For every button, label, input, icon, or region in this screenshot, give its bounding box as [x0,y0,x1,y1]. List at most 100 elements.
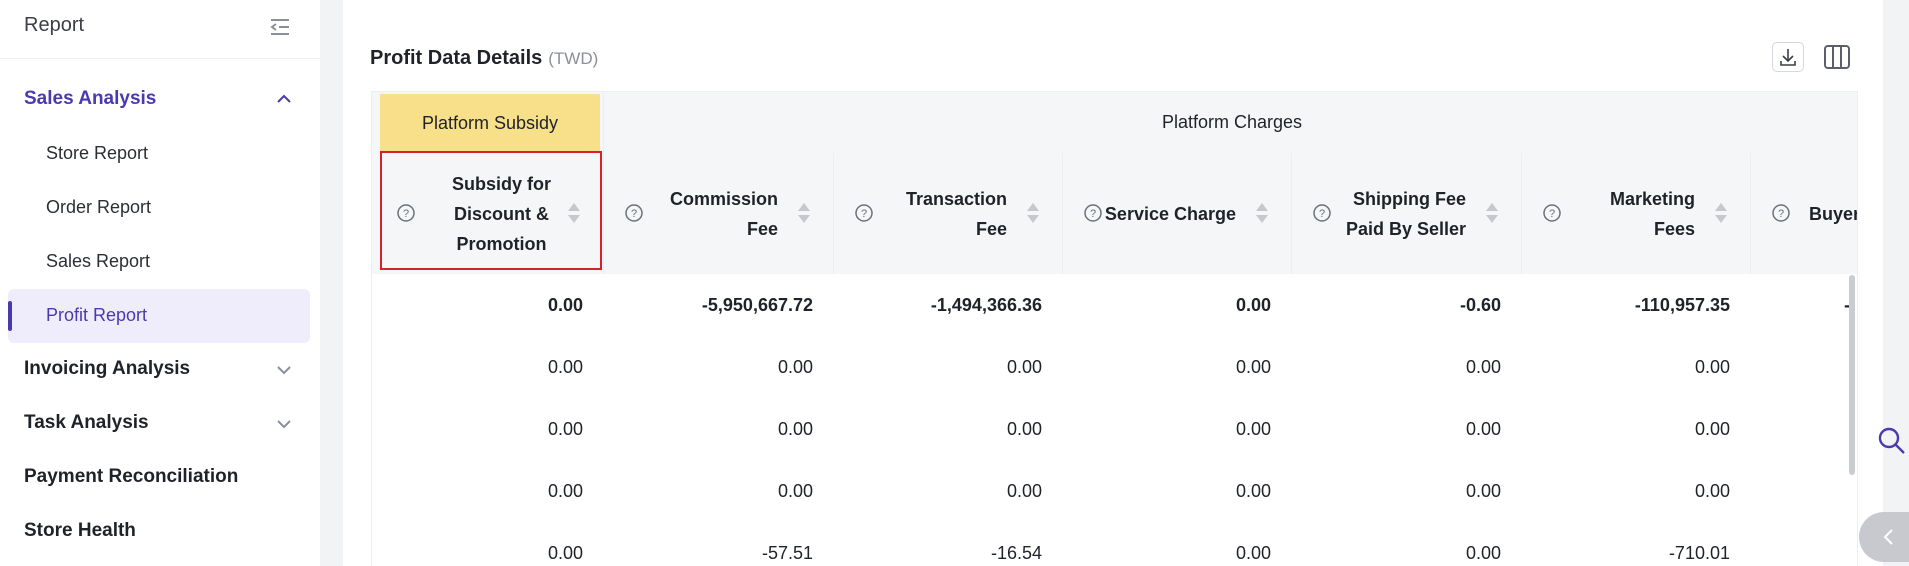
table-cell: -5,950,667.72 [701,294,813,315]
chevron-up-icon[interactable] [275,90,293,108]
table-cell: 0.00 [1235,356,1271,377]
table-cell: 0.00 [547,542,583,563]
table-row: 0.00 0.00 0.00 0.00 0.00 0.00 [372,460,1857,523]
nav-item-sales-report[interactable]: Sales Report [46,251,150,272]
table-cell: 0.00 [1235,294,1271,315]
column-label: Fee [975,218,1007,239]
table-cell: 0.00 [1235,480,1271,501]
chevron-down-icon[interactable] [275,361,293,379]
table-cell: -0.60 [1459,294,1501,315]
column-label: Shipping Fee [1352,188,1466,209]
download-icon [1780,49,1796,66]
column-label: Paid By Seller [1345,218,1466,239]
column-header-buyer[interactable]: ? Buyer [1750,153,1858,274]
page-title: Profit Data Details (TWD) [370,47,598,70]
svg-text:?: ? [1319,208,1325,220]
table-cell: 0.00 [547,294,583,315]
column-label: Transaction [905,188,1007,209]
column-header-service-charge[interactable]: ? Service Charge [1062,153,1291,274]
table-cell: 0.00 [1006,480,1042,501]
svg-text:?: ? [861,208,867,220]
table-cell: 0.00 [1465,480,1501,501]
highlight-box [380,151,602,270]
sort-icon[interactable] [1485,201,1499,225]
page-title-text: Profit Data Details [370,47,543,69]
table-cell: -57.51 [761,542,813,563]
nav-item-profit-report[interactable]: Profit Report [46,305,147,326]
table-cell: 0.00 [777,356,813,377]
sort-icon[interactable] [1026,201,1040,225]
chevron-left-icon [1883,529,1893,545]
question-icon[interactable]: ? [1771,203,1791,223]
chevron-down-icon[interactable] [275,415,293,433]
nav-group-invoicing-analysis[interactable]: Invoicing Analysis [24,358,190,380]
table-cell: -16.54 [990,542,1042,563]
table-cell: 0.00 [547,356,583,377]
sort-icon[interactable] [797,201,811,225]
group-header-row: Platform Subsidy Platform Charges [372,92,1857,154]
table-cell: 0.00 [777,418,813,439]
vertical-scrollbar[interactable] [1849,275,1855,475]
column-label: Marketing [1609,188,1695,209]
nav-group-store-health[interactable]: Store Health [24,520,136,542]
column-header-commission-fee[interactable]: ? Commission Fee [603,153,833,274]
question-icon[interactable]: ? [1542,203,1562,223]
svg-text:?: ? [631,208,637,220]
nav-item-store-report[interactable]: Store Report [46,143,148,164]
table-cell: 0.00 [1465,418,1501,439]
table-cell: 0.00 [1235,418,1271,439]
nav-selected-indicator [8,301,12,331]
column-label: Fee [746,218,778,239]
question-icon[interactable]: ? [624,203,644,223]
question-icon[interactable]: ? [1312,203,1332,223]
question-icon[interactable]: ? [854,203,874,223]
question-icon[interactable]: ? [1083,203,1103,223]
nav-group-task-analysis[interactable]: Task Analysis [24,412,149,434]
column-header-shipping-fee-paid-by-seller[interactable]: ? Shipping Fee Paid By Seller [1291,153,1521,274]
sidebar-header: Report [0,0,320,59]
table-cell: 0.00 [547,418,583,439]
table-cell: 0.00 [1694,480,1730,501]
table-cell: 0.00 [777,480,813,501]
nav-item-order-report[interactable]: Order Report [46,197,151,218]
column-label: Service Charge [1104,203,1236,224]
table-cell: 0.00 [1465,356,1501,377]
table-cell: 0.00 [1006,418,1042,439]
collapse-menu-icon[interactable] [268,16,292,38]
table-cell: -710.01 [1668,542,1730,563]
column-label: Commission [669,188,778,209]
table-row: 0.00 -5,950,667.72 -1,494,366.36 0.00 -0… [372,274,1857,337]
sidebar: Report Sales Analysis Store Report Order… [0,0,320,566]
column-label: Buyer [1809,203,1858,224]
table-row: 0.00 0.00 0.00 0.00 0.00 0.00 [372,398,1857,461]
group-header-platform-charges: Platform Charges [603,92,1857,153]
collapse-panel-button[interactable] [1859,512,1909,562]
table-cell: 0.00 [547,480,583,501]
table-row: 0.00 0.00 0.00 0.00 0.00 0.00 [372,336,1857,399]
nav-group-sales-analysis[interactable]: Sales Analysis [24,88,156,110]
download-button[interactable] [1772,42,1804,72]
svg-text:?: ? [1778,208,1784,220]
columns-icon[interactable] [1822,42,1852,72]
column-header-transaction-fee[interactable]: ? Transaction Fee [833,153,1062,274]
table-cell: -110,957.35 [1634,294,1730,315]
table-cell: 0.00 [1235,542,1271,563]
table-cell: - [1844,294,1850,315]
table-row: 0.00 -57.51 -16.54 0.00 0.00 -710.01 [372,522,1857,566]
table-cell: 0.00 [1694,418,1730,439]
table-cell: 0.00 [1465,542,1501,563]
svg-text:?: ? [1549,208,1555,220]
table-cell: 0.00 [1006,356,1042,377]
table-cell: -1,494,366.36 [930,294,1042,315]
column-label: Fees [1653,218,1695,239]
search-icon[interactable] [1876,425,1906,455]
column-header-marketing-fees[interactable]: ? Marketing Fees [1521,153,1750,274]
sidebar-title: Report [24,14,85,36]
nav-group-payment-reconciliation[interactable]: Payment Reconciliation [24,466,238,488]
svg-text:?: ? [1090,208,1096,220]
sort-icon[interactable] [1714,201,1728,225]
table-cell: 0.00 [1694,356,1730,377]
group-header-platform-subsidy: Platform Subsidy [380,94,600,153]
currency-unit: (TWD) [548,49,599,68]
sort-icon[interactable] [1255,201,1269,225]
